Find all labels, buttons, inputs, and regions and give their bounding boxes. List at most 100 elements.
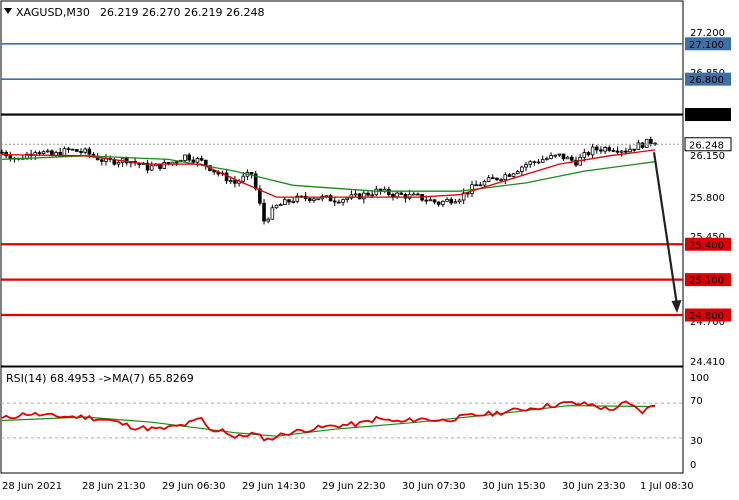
candle-body: [615, 150, 620, 153]
candle-body: [424, 199, 429, 202]
rsi-tick: 0: [690, 460, 696, 471]
candle-body: [366, 192, 370, 196]
price-tick: 25.800: [690, 193, 725, 204]
candle-body: [482, 181, 487, 186]
candle-body: [486, 177, 491, 182]
candle-body: [199, 158, 204, 161]
candle-body: [45, 150, 50, 153]
candle-body: [228, 180, 233, 182]
candle-body: [399, 192, 404, 195]
candle-body: [174, 161, 179, 164]
candle-body: [619, 150, 624, 153]
candle-body: [640, 142, 645, 148]
candle-body: [411, 193, 416, 196]
current-price-label: 26.248: [689, 140, 724, 151]
price-tick: 26.150: [690, 151, 725, 162]
candle-body: [624, 150, 628, 153]
candle-body: [532, 161, 537, 164]
candle-body: [507, 174, 512, 177]
ohlc-values: 26.219 26.270 26.219 26.248: [100, 6, 264, 19]
candle-body: [62, 148, 67, 157]
main-chart-frame: [0, 0, 684, 367]
rsi-label: RSI(14) 68.4953 ->MA(7) 65.8269: [6, 372, 194, 385]
candle-body: [478, 184, 483, 187]
candle-body: [495, 177, 499, 181]
rsi-tick: 100: [690, 373, 709, 384]
candle-body: [594, 146, 599, 151]
candle-body: [474, 184, 478, 187]
candle-body: [79, 151, 83, 153]
candle-body: [0, 151, 4, 154]
candle-body: [224, 172, 229, 182]
candle-body: [528, 161, 533, 165]
candle-body: [183, 154, 187, 161]
candle-body: [87, 148, 92, 155]
candle-body: [611, 150, 616, 152]
candle-body: [362, 192, 366, 200]
candle-body: [332, 200, 337, 203]
level-label: 24.800: [689, 311, 724, 322]
candle-body: [511, 173, 516, 177]
candle-body: [353, 193, 358, 196]
candle-body: [370, 194, 374, 197]
candle-body: [432, 199, 437, 203]
candle-body: [41, 151, 46, 154]
time-axis: 28 Jun 2021 28 Jun 21:30 29 Jun 06:30 29…: [2, 481, 694, 492]
candle-body: [124, 157, 129, 164]
candle-body: [395, 192, 399, 198]
candle-body: [536, 161, 541, 164]
candle-body: [557, 153, 562, 156]
time-label: 29 Jun 14:30: [242, 481, 306, 492]
candle-body: [503, 174, 508, 180]
candle-body: [524, 163, 528, 168]
candle-body: [249, 171, 254, 175]
candle-body: [540, 159, 545, 163]
price-tick: 24.410: [690, 357, 725, 368]
time-label: 29 Jun 22:30: [322, 481, 386, 492]
candle-body: [445, 199, 449, 202]
candle-body: [387, 188, 391, 195]
candle-body: [191, 159, 196, 163]
candle-body: [37, 152, 42, 155]
candle-body: [187, 154, 191, 161]
candle-body: [561, 153, 566, 160]
candle-body: [307, 198, 312, 201]
candle-body: [316, 198, 320, 201]
candle-body: [374, 188, 379, 196]
level-label: 25.400: [689, 240, 724, 251]
candle-body: [83, 148, 87, 153]
candle-body: [628, 148, 632, 153]
candle-body: [499, 179, 503, 181]
candle-body: [75, 149, 79, 152]
candle-body: [520, 166, 524, 172]
candle-body: [586, 152, 591, 156]
candle-body: [70, 148, 75, 151]
candle-body: [391, 194, 395, 198]
candle-body: [291, 200, 295, 203]
trading-chart[interactable]: XAGUSD,M30 26.219 26.270 26.219 26.248 2…: [0, 0, 739, 500]
level-label: 27.100: [689, 40, 724, 51]
candle-body: [287, 199, 291, 203]
time-label: 28 Jun 2021: [2, 481, 62, 492]
candle-body: [457, 199, 462, 203]
candle-body: [590, 146, 595, 156]
candle-body: [490, 177, 495, 180]
candle-body: [262, 202, 266, 222]
candle-body: [599, 149, 603, 152]
level-label: 26.800: [689, 75, 724, 86]
candle-body: [582, 152, 587, 158]
time-label: 30 Jun 07:30: [402, 481, 466, 492]
candle-body: [345, 197, 350, 201]
candle-body: [266, 218, 270, 222]
candle-body: [632, 148, 637, 151]
candle-body: [545, 158, 549, 161]
candle-body: [565, 156, 570, 160]
rsi-tick: 70: [690, 396, 703, 407]
candle-body: [453, 201, 458, 204]
candle-body: [116, 161, 121, 165]
candle-body: [283, 199, 287, 205]
candle-body: [149, 165, 154, 171]
candle-body: [416, 193, 420, 196]
candle-body: [233, 180, 237, 184]
candle-body: [436, 201, 441, 205]
